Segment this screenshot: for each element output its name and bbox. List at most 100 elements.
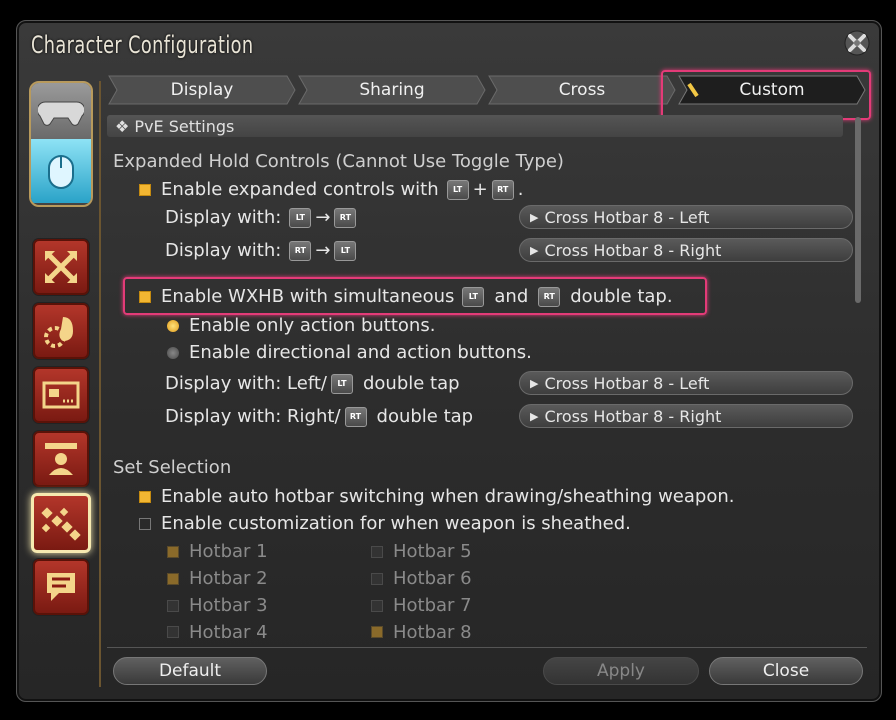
lt-key-icon: LT bbox=[330, 373, 353, 394]
tab-cross[interactable]: Cross bbox=[487, 74, 677, 106]
expanded-controls-option[interactable]: Enable expanded controls with LT + RT . bbox=[139, 179, 523, 200]
hotbar-checkbox[interactable] bbox=[167, 545, 179, 558]
hotbar-label: Hotbar 6 bbox=[393, 568, 472, 589]
hotbar-label: Hotbar 3 bbox=[189, 595, 268, 616]
radio-unselected[interactable] bbox=[167, 346, 179, 359]
option-label: Enable WXHB with simultaneous bbox=[161, 286, 455, 307]
input-mode-toggle[interactable] bbox=[29, 81, 93, 207]
hotbar-checkbox[interactable] bbox=[371, 545, 383, 558]
gear-bag-icon[interactable] bbox=[33, 303, 89, 359]
character-icon[interactable] bbox=[33, 431, 89, 487]
hotbar-icon[interactable] bbox=[31, 493, 91, 553]
character-configuration-window: Character Configuration Display Sharing … bbox=[16, 20, 882, 702]
hotbar-label: Hotbar 2 bbox=[189, 568, 268, 589]
display-with-row-1: Display with: LT → RT bbox=[165, 207, 360, 228]
dropdown-value: Cross Hotbar 8 - Left bbox=[544, 207, 710, 227]
hotbar-checkbox[interactable] bbox=[371, 572, 383, 585]
hotbar-label: Hotbar 5 bbox=[393, 541, 472, 562]
display-left-label: Display with: Left/ bbox=[165, 373, 327, 394]
tab-sharing[interactable]: Sharing bbox=[297, 74, 487, 106]
customize-option[interactable]: Enable customization for when weapon is … bbox=[139, 513, 631, 534]
display-left-row: Display with: Left/ LT double tap bbox=[165, 373, 460, 394]
display-right-label: Display with: Right/ bbox=[165, 406, 341, 427]
customize-checkbox[interactable] bbox=[139, 517, 151, 530]
display-with-label: Display with: bbox=[165, 207, 282, 228]
radio-label: Enable directional and action buttons. bbox=[189, 342, 532, 363]
rt-key-icon: RT bbox=[344, 406, 367, 427]
hotbar-1-option[interactable]: Hotbar 1 bbox=[167, 541, 268, 562]
hotbar-checkbox[interactable] bbox=[371, 626, 383, 638]
footer-divider bbox=[107, 647, 867, 648]
lt-key-icon: LT bbox=[446, 179, 469, 200]
lt-key-icon: LT bbox=[462, 286, 485, 307]
option-label: Enable customization for when weapon is … bbox=[161, 513, 631, 534]
hotbar-6-option[interactable]: Hotbar 6 bbox=[371, 568, 472, 589]
tab-display[interactable]: Display bbox=[107, 74, 297, 106]
play-icon: ▶ bbox=[530, 243, 539, 257]
play-icon: ▶ bbox=[530, 376, 539, 390]
expanded-controls-checkbox[interactable] bbox=[139, 183, 151, 196]
radio-directional-action[interactable]: Enable directional and action buttons. bbox=[167, 342, 532, 363]
default-button[interactable]: Default bbox=[113, 657, 267, 685]
id-card-icon[interactable] bbox=[33, 367, 89, 423]
highlight-custom-tab bbox=[661, 70, 871, 120]
and-text: and bbox=[494, 286, 529, 307]
hotbar-checkbox[interactable] bbox=[167, 572, 179, 585]
auto-switch-checkbox[interactable] bbox=[139, 490, 151, 503]
display-right-row: Display with: Right/ RT double tap bbox=[165, 406, 473, 427]
option-label: Enable expanded controls with bbox=[161, 179, 439, 200]
play-icon: ▶ bbox=[530, 409, 539, 423]
radio-label: Enable only action buttons. bbox=[189, 315, 436, 336]
lt-key-icon: LT bbox=[289, 207, 312, 228]
arrow-text: → bbox=[315, 207, 331, 228]
hotbar-checkbox[interactable] bbox=[167, 626, 179, 638]
dropdown-wxhb-left[interactable]: ▶ Cross Hotbar 8 - Left bbox=[519, 371, 853, 395]
close-icon[interactable] bbox=[843, 29, 871, 57]
hotbar-4-option[interactable]: Hotbar 4 bbox=[167, 622, 268, 638]
hotbar-label: Hotbar 1 bbox=[189, 541, 268, 562]
radio-selected[interactable] bbox=[167, 319, 179, 332]
chat-icon[interactable] bbox=[33, 559, 89, 615]
close-button[interactable]: Close bbox=[709, 657, 863, 685]
suffix-text: double tap. bbox=[570, 286, 673, 307]
hotbar-3-option[interactable]: Hotbar 3 bbox=[167, 595, 268, 616]
auto-switch-option[interactable]: Enable auto hotbar switching when drawin… bbox=[139, 486, 734, 507]
hotbar-8-option[interactable]: Hotbar 8 bbox=[371, 622, 472, 638]
window-title: Character Configuration bbox=[31, 31, 254, 59]
plus-text: + bbox=[472, 179, 488, 200]
hotbar-5-option[interactable]: Hotbar 5 bbox=[371, 541, 472, 562]
hotbar-checkbox[interactable] bbox=[371, 599, 383, 612]
hotbar-label: Hotbar 8 bbox=[393, 622, 472, 638]
dropdown-value: Cross Hotbar 8 - Left bbox=[544, 373, 710, 393]
dropdown-wxhb-right[interactable]: ▶ Cross Hotbar 8 - Right bbox=[519, 404, 853, 428]
rt-key-icon: RT bbox=[334, 207, 357, 228]
tab-label: Display bbox=[170, 80, 234, 100]
gamepad-icon[interactable] bbox=[31, 83, 91, 139]
hotbar-2-option[interactable]: Hotbar 2 bbox=[167, 568, 268, 589]
arrow-text: → bbox=[315, 240, 331, 261]
tab-label: Cross bbox=[558, 80, 606, 100]
play-icon: ▶ bbox=[530, 210, 539, 224]
section-pve-settings: ❖ PvE Settings bbox=[107, 115, 843, 137]
display-with-row-2: Display with: RT → LT bbox=[165, 240, 360, 261]
dropdown-value: Cross Hotbar 8 - Right bbox=[544, 240, 722, 260]
double-tap-text: double tap bbox=[362, 373, 460, 394]
rt-key-icon: RT bbox=[538, 286, 561, 307]
scrollbar[interactable] bbox=[855, 117, 861, 303]
hotbar-label: Hotbar 7 bbox=[393, 595, 472, 616]
mouse-icon[interactable] bbox=[31, 139, 91, 203]
hotbar-checkbox[interactable] bbox=[167, 599, 179, 612]
apply-button[interactable]: Apply bbox=[543, 657, 699, 685]
wxhb-option[interactable]: Enable WXHB with simultaneous LT and RT … bbox=[139, 286, 673, 307]
option-label: Enable auto hotbar switching when drawin… bbox=[161, 486, 735, 507]
hotbar-7-option[interactable]: Hotbar 7 bbox=[371, 595, 472, 616]
radio-action-only[interactable]: Enable only action buttons. bbox=[167, 315, 435, 336]
sidebar bbox=[27, 81, 101, 687]
dropdown-expanded-1[interactable]: ▶ Cross Hotbar 8 - Left bbox=[519, 205, 853, 229]
dropdown-expanded-2[interactable]: ▶ Cross Hotbar 8 - Right bbox=[519, 238, 853, 262]
rt-key-icon: RT bbox=[491, 179, 514, 200]
tab-label: Sharing bbox=[359, 80, 425, 100]
wxhb-checkbox[interactable] bbox=[139, 290, 151, 303]
move-arrows-icon[interactable] bbox=[33, 239, 89, 295]
dropdown-value: Cross Hotbar 8 - Right bbox=[544, 406, 722, 426]
